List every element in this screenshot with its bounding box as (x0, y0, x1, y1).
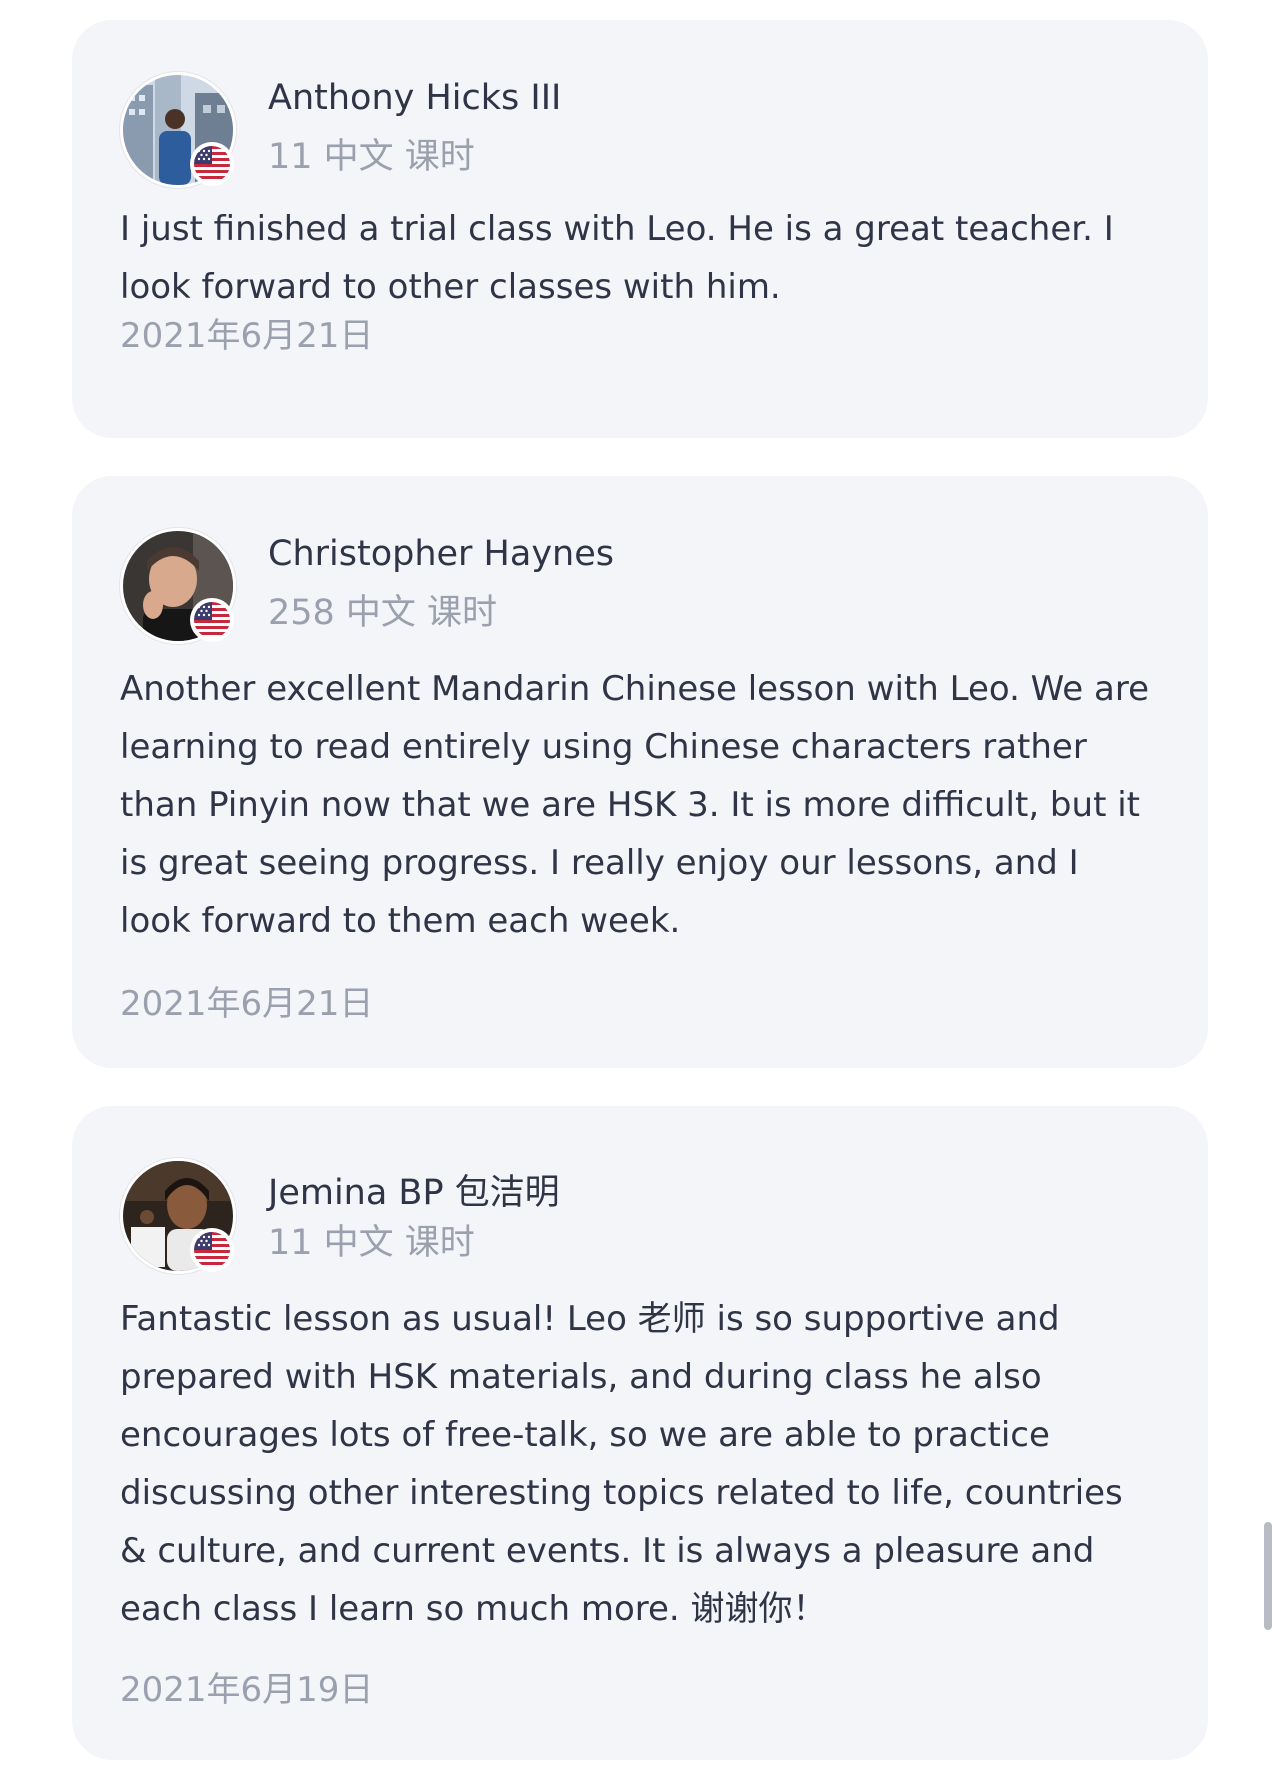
review-date: 2021年6月19日 (120, 1670, 374, 1710)
country-flag (190, 1228, 234, 1272)
review-date: 2021年6月21日 (120, 984, 374, 1024)
lesson-count: 258 中文 课时 (268, 593, 498, 633)
review-card: Jemina BP 包洁明 11 中文 课时 Fantastic lesson … (72, 1106, 1208, 1760)
reviewer-name[interactable]: Jemina BP 包洁明 (268, 1164, 560, 1215)
us-flag-icon (194, 146, 230, 182)
country-flag (190, 598, 234, 642)
reviews-page: Anthony Hicks III 11 中文 课时 I just finish… (0, 0, 1284, 1776)
reviewer-avatar-wrap[interactable] (120, 1158, 236, 1274)
lesson-count: 11 中文 课时 (268, 1223, 475, 1263)
reviewer-avatar-wrap[interactable] (120, 72, 236, 188)
country-flag (190, 142, 234, 186)
reviewer-avatar-wrap[interactable] (120, 528, 236, 644)
lesson-count: 11 中文 课时 (268, 137, 475, 177)
reviewer-name[interactable]: Christopher Haynes (268, 534, 614, 574)
review-text: Another excellent Mandarin Chinese lesso… (120, 669, 1150, 941)
review-header: Anthony Hicks III 11 中文 课时 (120, 72, 1120, 188)
review-text: I just finished a trial class with Leo. … (120, 209, 1114, 307)
us-flag-icon (194, 1232, 230, 1268)
reviewer-name[interactable]: Anthony Hicks III (268, 78, 561, 118)
review-card: Christopher Haynes 258 中文 课时 Another exc… (72, 476, 1208, 1068)
review-date: 2021年6月21日 (120, 316, 374, 356)
review-card: Anthony Hicks III 11 中文 课时 I just finish… (72, 20, 1208, 438)
review-header: Christopher Haynes 258 中文 课时 (120, 528, 1120, 644)
scrollbar[interactable] (1264, 1522, 1272, 1630)
us-flag-icon (194, 602, 230, 638)
review-text: Fantastic lesson as usual! Leo 老师 is so … (120, 1299, 1123, 1629)
review-header: Jemina BP 包洁明 11 中文 课时 (120, 1158, 1120, 1274)
